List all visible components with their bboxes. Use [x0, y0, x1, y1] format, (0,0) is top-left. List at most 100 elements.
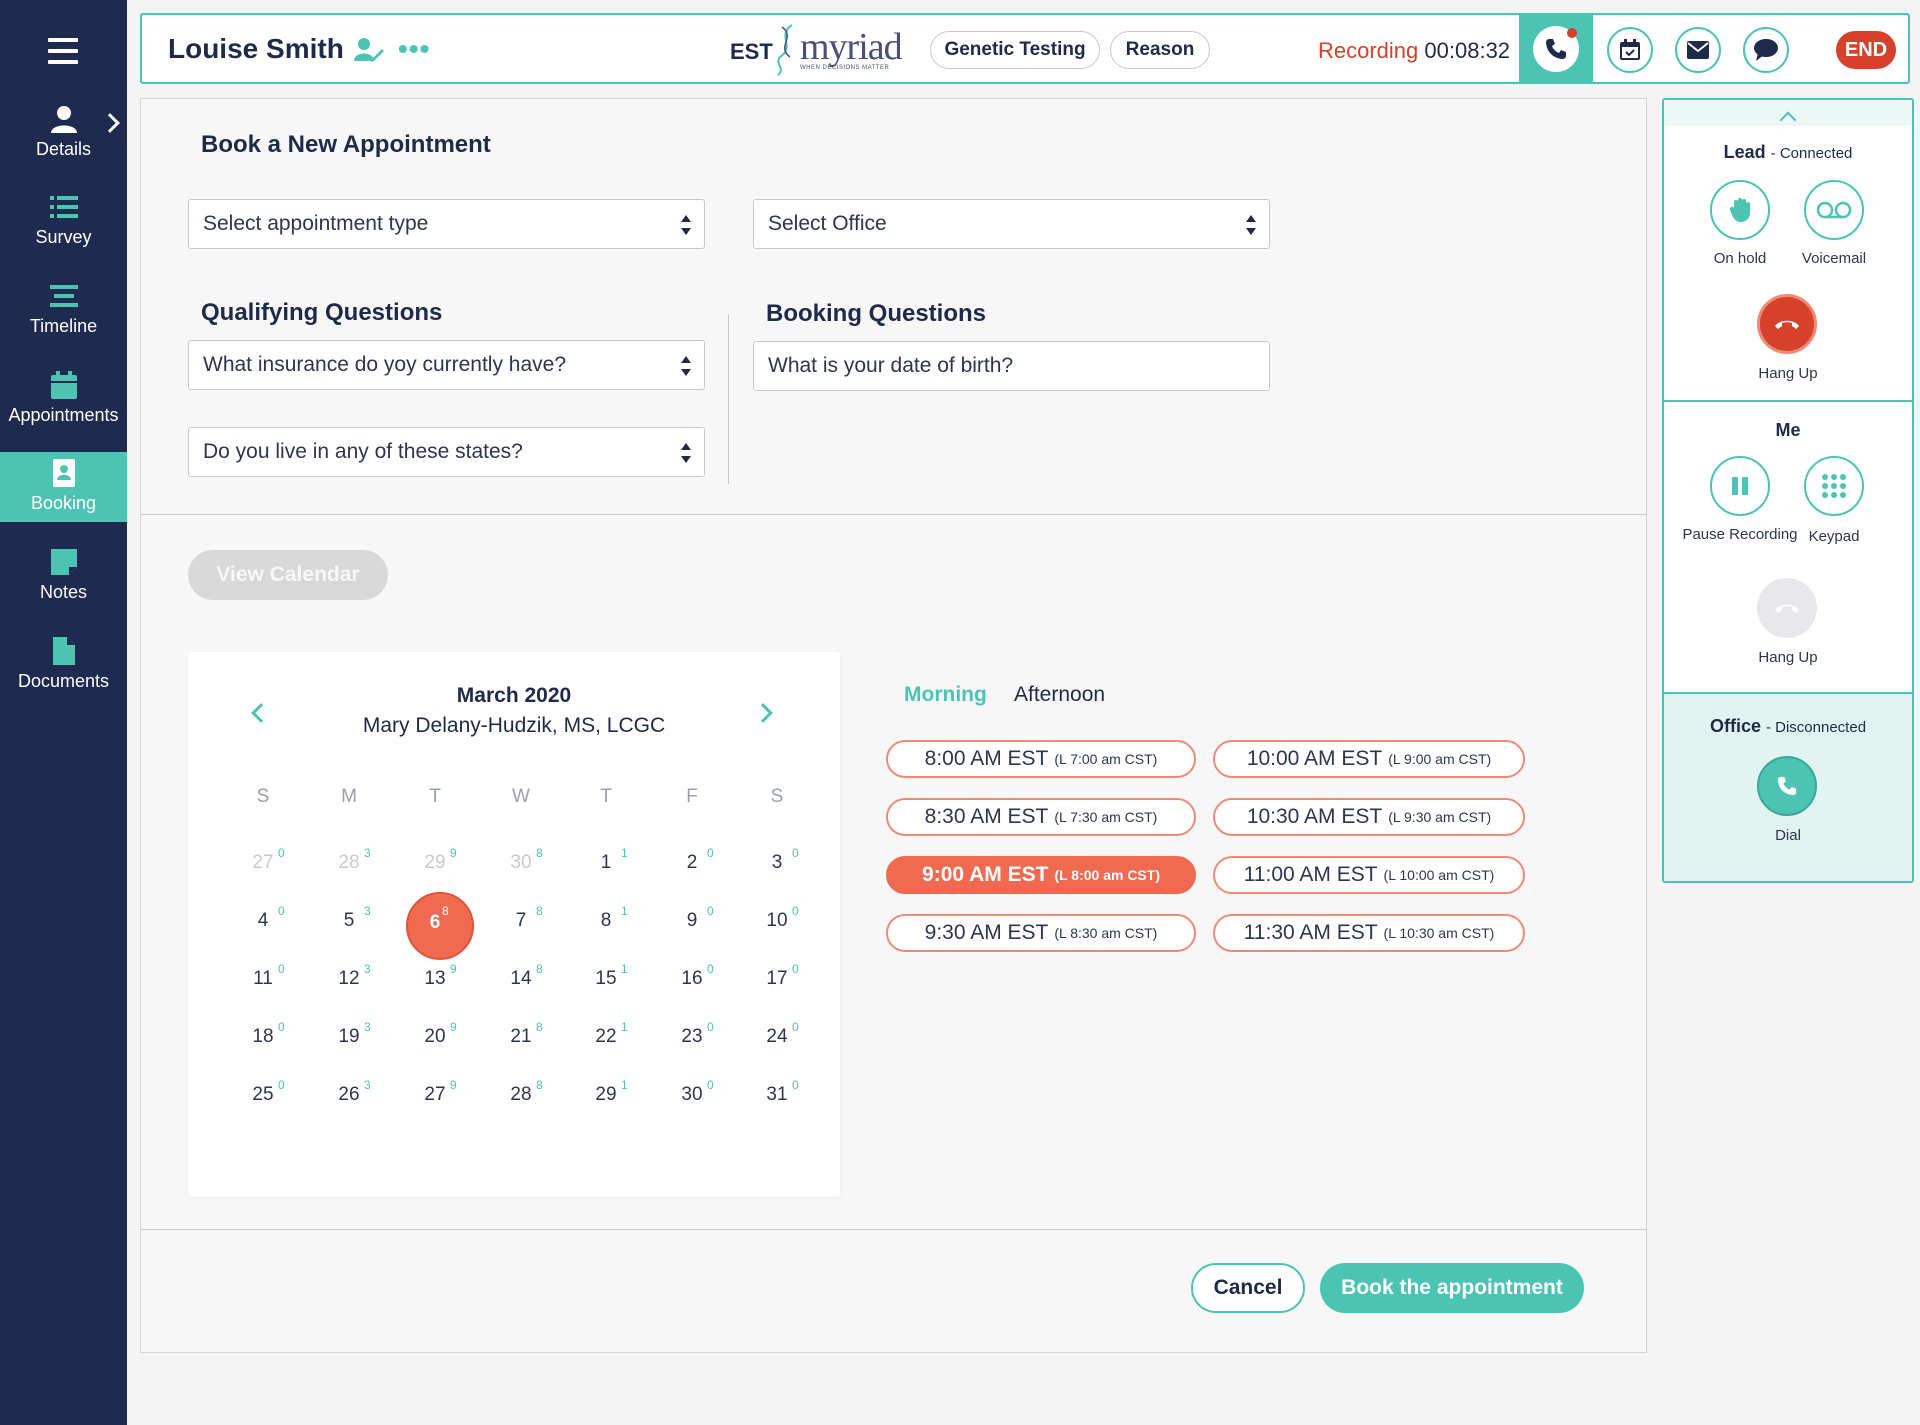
day-number: 30: [681, 1084, 703, 1105]
calendar-day[interactable]: 19 3: [306, 1008, 392, 1066]
calendar-day[interactable]: 28 3: [306, 834, 392, 892]
calendar-day[interactable]: 17 0: [734, 950, 820, 1008]
slot-count: 1: [621, 962, 628, 976]
calendar-day[interactable]: 30 8: [478, 834, 564, 892]
sidebar-item-notes[interactable]: Notes: [0, 541, 127, 611]
calendar-day[interactable]: 53: [306, 892, 392, 950]
office-select[interactable]: Select Office: [753, 199, 1270, 249]
calendar-day[interactable]: 20: [649, 834, 735, 892]
voicemail-button[interactable]: [1804, 180, 1864, 240]
calendar-day[interactable]: 29 9: [392, 834, 478, 892]
time-slot-selected[interactable]: 9:00 AM EST (L 8:00 am CST): [886, 856, 1196, 894]
sidebar-item-timeline[interactable]: Timeline: [0, 275, 127, 345]
sidebar-item-details[interactable]: Details: [0, 98, 127, 168]
call-button[interactable]: [1519, 13, 1593, 84]
calendar-day-selected[interactable]: 68: [392, 892, 478, 960]
calendar-day[interactable]: 12 3: [306, 950, 392, 1008]
hold-button[interactable]: [1710, 180, 1770, 240]
chat-button[interactable]: [1743, 27, 1789, 73]
document-icon: [50, 637, 78, 665]
email-button[interactable]: [1675, 27, 1721, 73]
contact-book-icon: [50, 459, 78, 487]
states-select[interactable]: Do you live in any of these states?: [188, 427, 705, 477]
time-slot[interactable]: 10:00 AM EST (L 9:00 am CST): [1213, 740, 1525, 778]
more-options-icon[interactable]: •••: [398, 35, 430, 63]
calendar-day[interactable]: 20 9: [392, 1008, 478, 1066]
sort-arrows-icon: [681, 443, 691, 463]
calendar-day[interactable]: 81: [563, 892, 649, 950]
slot-time: 8:00 AM EST: [924, 747, 1049, 770]
calendar-day[interactable]: 78: [478, 892, 564, 950]
tab-morning[interactable]: Morning: [904, 683, 987, 707]
calendar-day[interactable]: 13 9: [392, 950, 478, 1008]
calendar-day[interactable]: 11 0: [220, 950, 306, 1008]
calendar-day[interactable]: 28 8: [478, 1066, 564, 1124]
schedule-button[interactable]: [1607, 27, 1653, 73]
insurance-select[interactable]: What insurance do yoy currently have?: [188, 340, 705, 390]
appointment-type-select[interactable]: Select appointment type: [188, 199, 705, 249]
time-slot[interactable]: 10:30 AM EST (L 9:30 am CST): [1213, 798, 1525, 836]
dial-button[interactable]: [1757, 756, 1817, 816]
calendar-day[interactable]: 21 8: [478, 1008, 564, 1066]
time-slot[interactable]: 8:00 AM EST (L 7:00 am CST): [886, 740, 1196, 778]
calendar-day[interactable]: 18 0: [220, 1008, 306, 1066]
slot-time: 10:00 AM EST: [1246, 747, 1383, 770]
view-calendar-button[interactable]: View Calendar: [188, 550, 388, 600]
calendar-day[interactable]: 25 0: [220, 1066, 306, 1124]
calendar-day[interactable]: 29 1: [563, 1066, 649, 1124]
chevron-right-icon[interactable]: [100, 113, 120, 133]
slot-local-time: (L 10:00 am CST): [1383, 867, 1495, 883]
lead-status: - Connected: [1770, 145, 1853, 162]
sidebar-item-appointments[interactable]: Appointments: [0, 364, 127, 434]
keypad-label: Keypad: [1808, 528, 1860, 545]
book-appointment-button[interactable]: Book the appointment: [1320, 1263, 1584, 1313]
slot-count: 8: [536, 846, 543, 860]
cancel-button[interactable]: Cancel: [1191, 1263, 1305, 1313]
notification-dot: [1567, 27, 1577, 38]
day-number: 8: [600, 910, 612, 931]
weekday-header: F: [686, 786, 698, 807]
slot-time: 8:30 AM EST: [924, 805, 1049, 828]
calendar-day[interactable]: 14 8: [478, 950, 564, 1008]
date-of-birth-input[interactable]: What is your date of birth?: [753, 341, 1270, 391]
time-slot[interactable]: 11:00 AM EST (L 10:00 am CST): [1213, 856, 1525, 894]
keypad-button[interactable]: [1804, 456, 1864, 516]
me-title: Me: [1775, 420, 1801, 440]
end-call-button[interactable]: END: [1836, 31, 1896, 69]
calendar-day[interactable]: 30 0: [649, 1066, 735, 1124]
calendar-day[interactable]: 31 0: [734, 1066, 820, 1124]
calendar-day[interactable]: 27 9: [392, 1066, 478, 1124]
calendar-day[interactable]: 22 1: [563, 1008, 649, 1066]
time-slot[interactable]: 9:30 AM EST (L 8:30 am CST): [886, 914, 1196, 952]
sort-arrows-icon: [1246, 215, 1256, 235]
slot-count: 3: [364, 1078, 371, 1092]
calendar-day[interactable]: 11: [563, 834, 649, 892]
me-hang-up-label: Hang Up: [1758, 649, 1818, 666]
calendar-day[interactable]: 23 0: [649, 1008, 735, 1066]
slot-count: 0: [278, 904, 285, 918]
time-slot[interactable]: 8:30 AM EST (L 7:30 am CST): [886, 798, 1196, 836]
calendar-day[interactable]: 10 0: [734, 892, 820, 950]
sidebar-item-booking[interactable]: Booking: [0, 452, 127, 522]
calendar-day[interactable]: 26 3: [306, 1066, 392, 1124]
calendar-day[interactable]: 27 0: [220, 834, 306, 892]
time-slot[interactable]: 11:30 AM EST (L 10:30 am CST): [1213, 914, 1525, 952]
reason-pill[interactable]: Reason: [1110, 31, 1210, 69]
lead-hang-up-button[interactable]: [1757, 294, 1817, 354]
menu-icon[interactable]: [48, 38, 78, 64]
me-hang-up-button[interactable]: [1757, 578, 1817, 638]
calendar-day[interactable]: 15 1: [563, 950, 649, 1008]
sidebar-item-documents[interactable]: Documents: [0, 630, 127, 700]
calendar-day[interactable]: 90: [649, 892, 735, 950]
calendar-day[interactable]: 30: [734, 834, 820, 892]
calendar-day[interactable]: 40: [220, 892, 306, 950]
day-number: 19: [338, 1026, 360, 1047]
edit-user-icon[interactable]: [354, 37, 384, 63]
sidebar-item-survey[interactable]: Survey: [0, 186, 127, 256]
calendar-day[interactable]: 16 0: [649, 950, 735, 1008]
pause-recording-button[interactable]: [1710, 456, 1770, 516]
recording-label: Recording: [1318, 38, 1419, 63]
tab-afternoon[interactable]: Afternoon: [1014, 683, 1105, 707]
genetic-testing-pill[interactable]: Genetic Testing: [930, 31, 1100, 69]
calendar-day[interactable]: 24 0: [734, 1008, 820, 1066]
